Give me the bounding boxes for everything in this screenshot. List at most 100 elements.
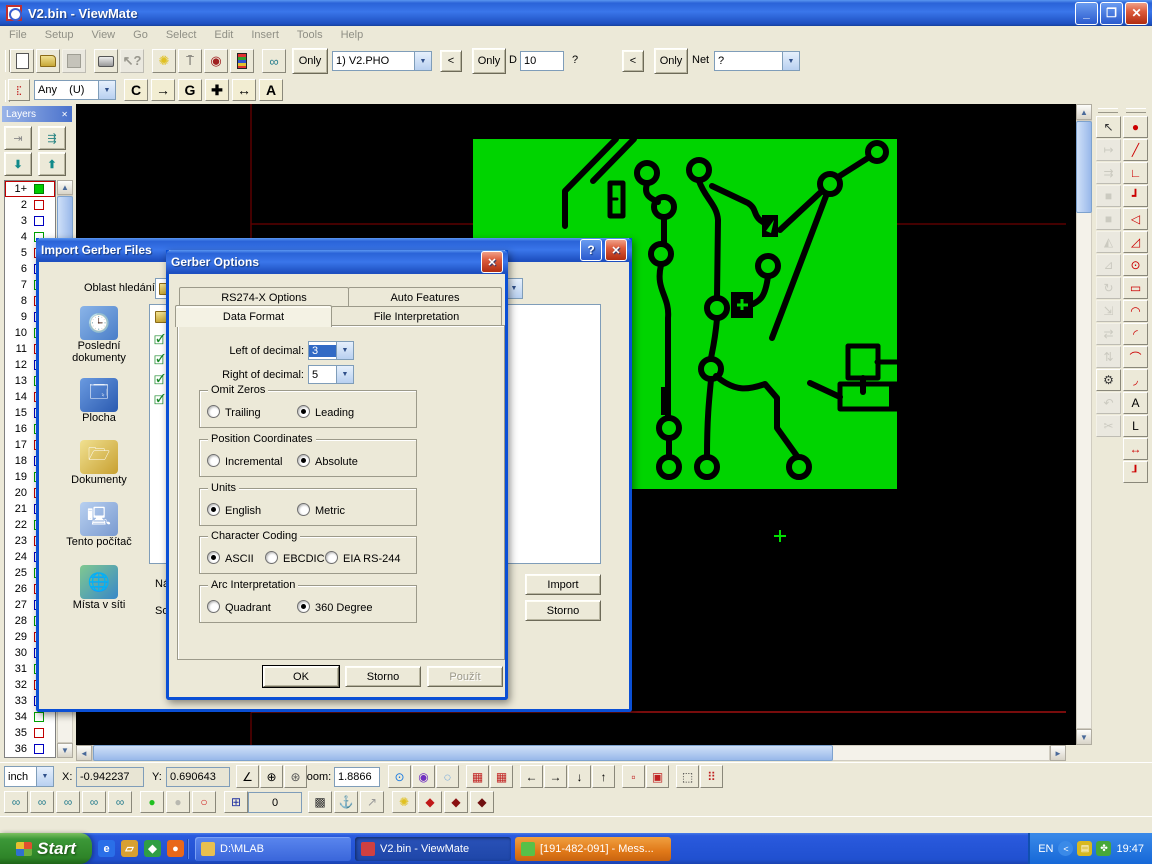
tile-windows-button[interactable]: ⊞ — [224, 791, 248, 813]
open-file-button[interactable] — [36, 49, 60, 73]
dcode-film-button[interactable]: ◉ — [204, 49, 228, 73]
place-recent-documents[interactable]: 🕒Poslednídokumenty — [53, 306, 145, 364]
layer-stack-button[interactable]: ⇶ — [38, 126, 66, 150]
menu-setup[interactable]: Setup — [36, 27, 83, 43]
place-my-computer[interactable]: 🖳Tento počítač — [53, 502, 145, 548]
only-dcode-button[interactable]: Only — [472, 48, 506, 74]
import-help-button[interactable]: ? — [580, 239, 602, 261]
layer-color-swatch[interactable] — [34, 712, 44, 722]
print-button[interactable] — [94, 49, 118, 73]
draw-dimension-button[interactable]: ↔ — [1123, 438, 1148, 460]
notes-tray-icon[interactable]: ▤ — [1077, 841, 1092, 856]
menu-edit[interactable]: Edit — [205, 27, 242, 43]
menu-go[interactable]: Go — [124, 27, 157, 43]
trace-button[interactable]: ↔ — [232, 79, 256, 101]
gerber-file-icon[interactable]: 🗹 — [154, 391, 165, 412]
draw-arc-cw-button[interactable]: ⌒ — [1123, 346, 1148, 368]
aperture-tower-button[interactable]: ⍑ — [178, 49, 202, 73]
menu-help[interactable]: Help — [332, 27, 373, 43]
view-outline-button[interactable]: ∞ — [108, 791, 132, 813]
step-repeat-button[interactable]: ⇅ — [1096, 346, 1121, 368]
pad-mode-button[interactable]: ◆ — [418, 791, 442, 813]
snap-grid-button[interactable]: ▩ — [308, 791, 332, 813]
vscroll-down-icon[interactable]: ▼ — [1076, 729, 1092, 745]
tab-rs274x-options[interactable]: RS274-X Options — [179, 287, 349, 307]
only-net-button[interactable]: Only — [654, 48, 688, 74]
layer-color-swatch[interactable] — [34, 744, 44, 754]
hscroll-right-icon[interactable]: ► — [1050, 745, 1066, 761]
options-cancel-button[interactable]: Storno — [345, 666, 421, 687]
place-desktop[interactable]: 🗔Plocha — [53, 378, 145, 424]
net-combo[interactable]: ? ▼ — [714, 51, 800, 71]
radio-incremental[interactable]: Incremental — [207, 454, 282, 468]
anchor-button[interactable]: ⚓ — [334, 791, 358, 813]
layer-color-swatch[interactable] — [34, 184, 44, 194]
layer-color-swatch[interactable] — [34, 216, 44, 226]
layer-up-button[interactable]: ⬆ — [38, 152, 66, 176]
mirror-button[interactable]: ◭ — [1096, 231, 1121, 253]
pan-up-button[interactable]: ↑ — [592, 765, 615, 788]
folder-launch-icon[interactable]: ▱ — [121, 840, 138, 857]
place-documents[interactable]: 🗁Dokumenty — [53, 440, 145, 486]
select-window-button[interactable]: ⬚ — [676, 765, 699, 788]
language-indicator[interactable]: EN — [1038, 843, 1053, 855]
rotate-button[interactable]: ↻ — [1096, 277, 1121, 299]
book-icon[interactable]: ◆ — [144, 840, 161, 857]
measure-button[interactable]: ↗ — [360, 791, 384, 813]
pan-down-button[interactable]: ↓ — [568, 765, 591, 788]
radio-eia-rs-244[interactable]: EIA RS-244 — [325, 551, 400, 565]
close-button[interactable]: ✕ — [1125, 2, 1148, 25]
unit-arrow-icon[interactable]: ▼ — [36, 767, 53, 786]
flash-view-button[interactable]: ✺ — [152, 49, 176, 73]
left-of-decimal-combo[interactable]: 3 ▼ — [308, 341, 354, 360]
right-toolbar-grip1[interactable] — [1098, 108, 1118, 113]
new-file-button[interactable] — [10, 49, 34, 73]
snip-button[interactable]: ✂ — [1096, 415, 1121, 437]
highlight-net-button[interactable]: ○ — [192, 791, 216, 813]
prev-layer-button[interactable]: < — [440, 50, 462, 72]
radio-absolute[interactable]: Absolute — [297, 454, 358, 468]
origin-crosshair-button[interactable]: ⊕ — [260, 765, 283, 788]
view-traces-button[interactable]: ∞ — [30, 791, 54, 813]
internet-explorer-icon[interactable]: e — [98, 840, 115, 857]
right-decimal-arrow-icon[interactable]: ▼ — [336, 366, 353, 383]
menu-file[interactable]: File — [0, 27, 36, 43]
gerber-options-close-button[interactable]: ✕ — [481, 251, 503, 273]
radio-360-degree[interactable]: 360 Degree — [297, 600, 373, 614]
filled-square-button[interactable]: ■ — [1096, 185, 1121, 207]
view-holes-button[interactable]: ∞ — [82, 791, 106, 813]
hscroll-left-icon[interactable]: ◄ — [76, 745, 92, 761]
layer-row[interactable]: 35 — [5, 725, 55, 741]
task-normal[interactable]: D:\MLAB — [195, 837, 351, 861]
ok-button[interactable]: OK — [263, 666, 339, 687]
zoom-in-grid-button[interactable]: ▣ — [646, 765, 669, 788]
vscroll-thumb[interactable] — [1076, 121, 1092, 213]
menu-view[interactable]: View — [82, 27, 124, 43]
angle-button[interactable]: ∠ — [236, 765, 259, 788]
inspect-ruler-button[interactable]: ∞ — [262, 49, 286, 73]
scale-button[interactable]: ⇲ — [1096, 300, 1121, 322]
draw-bend-button[interactable]: ┚ — [1123, 461, 1148, 483]
pad-plus-button[interactable]: ✚ — [205, 79, 229, 101]
import-close-button[interactable]: ✕ — [605, 239, 627, 261]
draw-fan-button[interactable]: ◁ — [1123, 208, 1148, 230]
draw-line-button[interactable]: ╱ — [1123, 139, 1148, 161]
layer-combo[interactable]: 1) V2.PHO ▼ — [332, 51, 432, 71]
move-points-button[interactable]: ⇉ — [1096, 162, 1121, 184]
import-cancel-button[interactable]: Storno — [525, 600, 601, 621]
view-polygons-button[interactable]: ∞ — [56, 791, 80, 813]
draw-arc-button[interactable]: ◠ — [1123, 300, 1148, 322]
menu-tools[interactable]: Tools — [288, 27, 332, 43]
gerber-file-icon[interactable]: 🗹 — [154, 331, 165, 352]
pan-right-button[interactable]: → — [544, 765, 567, 788]
undo-button[interactable]: ↶ — [1096, 392, 1121, 414]
layer-row[interactable]: 36 — [5, 741, 55, 757]
relative-origin-button[interactable]: ⊛ — [284, 765, 307, 788]
task-active[interactable]: V2.bin - ViewMate — [355, 837, 511, 861]
draw-circle-button[interactable]: ⊙ — [1123, 254, 1148, 276]
dcode-g-button[interactable]: G — [178, 79, 202, 101]
layers-close-icon[interactable]: ✕ — [61, 110, 68, 119]
dcode-field[interactable]: 10 — [520, 51, 564, 71]
draw-triangle-button[interactable]: ◿ — [1123, 231, 1148, 253]
gerber-file-icon[interactable]: 🗹 — [154, 351, 165, 372]
